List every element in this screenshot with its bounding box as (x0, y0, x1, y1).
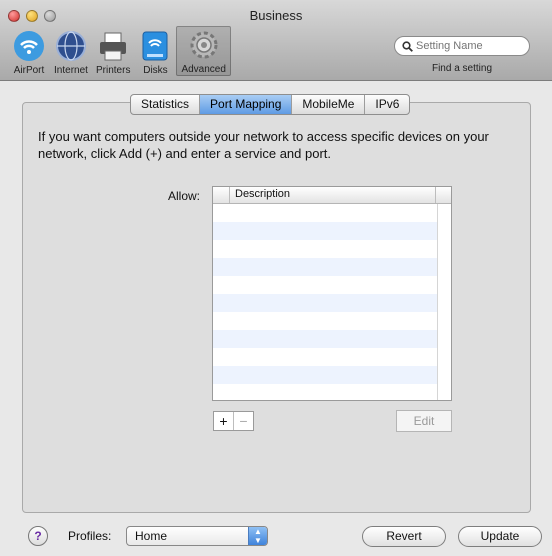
window-title: Business (249, 8, 303, 23)
tab-ipv6[interactable]: IPv6 (365, 95, 409, 114)
table-row[interactable] (213, 366, 437, 384)
edit-button[interactable]: Edit (396, 410, 452, 432)
table-row[interactable] (213, 240, 437, 258)
toolbar-item-disks[interactable]: Disks (134, 26, 176, 76)
airport-icon (14, 31, 44, 61)
tab-statistics[interactable]: Statistics (131, 95, 201, 114)
gear-icon (190, 31, 218, 59)
revert-button[interactable]: Revert (362, 526, 446, 547)
table-row[interactable] (213, 276, 437, 294)
globe-icon (56, 31, 86, 61)
tab-bar: Statistics Port Mapping MobileMe IPv6 (130, 94, 411, 115)
toolbar-item-label: Disks (143, 65, 168, 76)
table-row[interactable] (213, 204, 437, 222)
table-row[interactable] (213, 258, 437, 276)
tab-mobileme[interactable]: MobileMe (292, 95, 366, 114)
table-row[interactable] (213, 330, 437, 348)
printer-icon (100, 32, 127, 61)
table-row[interactable] (213, 312, 437, 330)
table-row[interactable] (213, 384, 437, 400)
airport-utility-window: Business AirPort Internet Printers Disks… (0, 0, 552, 556)
column-header-description[interactable]: Description (235, 188, 290, 200)
table-header: Description (213, 187, 451, 204)
add-remove-control: + − (213, 411, 254, 431)
toolbar-item-label: Advanced (181, 64, 226, 75)
table-row[interactable] (213, 294, 437, 312)
table-rows (213, 204, 437, 400)
disk-icon (142, 31, 168, 61)
help-button[interactable]: ? (28, 526, 48, 546)
toolbar: Business AirPort Internet Printers Disks… (0, 0, 552, 81)
profiles-select[interactable]: Home ▲ ▼ (126, 526, 268, 546)
column-divider (435, 187, 436, 203)
column-divider (229, 187, 230, 203)
vertical-scrollbar[interactable] (437, 204, 451, 400)
remove-button[interactable]: − (234, 412, 253, 430)
profiles-selected-value: Home (135, 529, 168, 543)
table-row[interactable] (213, 348, 437, 366)
toolbar-item-internet[interactable]: Internet (50, 26, 92, 76)
toolbar-item-label: Internet (54, 65, 88, 76)
find-setting-label: Find a setting (431, 63, 493, 74)
toolbar-items: AirPort Internet Printers Disks Advanced (8, 26, 231, 76)
update-button[interactable]: Update (458, 526, 542, 547)
add-button[interactable]: + (214, 412, 234, 430)
search-icon (402, 40, 413, 52)
toolbar-item-advanced[interactable]: Advanced (176, 26, 231, 76)
updown-arrows-icon: ▲ ▼ (248, 527, 267, 545)
toolbar-item-label: Printers (96, 65, 131, 76)
toolbar-item-label: AirPort (13, 65, 45, 76)
table-row[interactable] (213, 222, 437, 240)
search-input[interactable] (416, 40, 516, 52)
tab-port-mapping[interactable]: Port Mapping (200, 95, 293, 114)
profiles-label: Profiles: (68, 529, 112, 543)
allow-label: Allow: (168, 189, 201, 203)
toolbar-item-printers[interactable]: Printers (92, 26, 134, 76)
port-mapping-description: If you want computers outside your netwo… (38, 129, 489, 161)
search-field[interactable] (394, 36, 530, 56)
port-mapping-table[interactable]: Description (212, 186, 452, 401)
toolbar-item-airport[interactable]: AirPort (8, 26, 50, 76)
